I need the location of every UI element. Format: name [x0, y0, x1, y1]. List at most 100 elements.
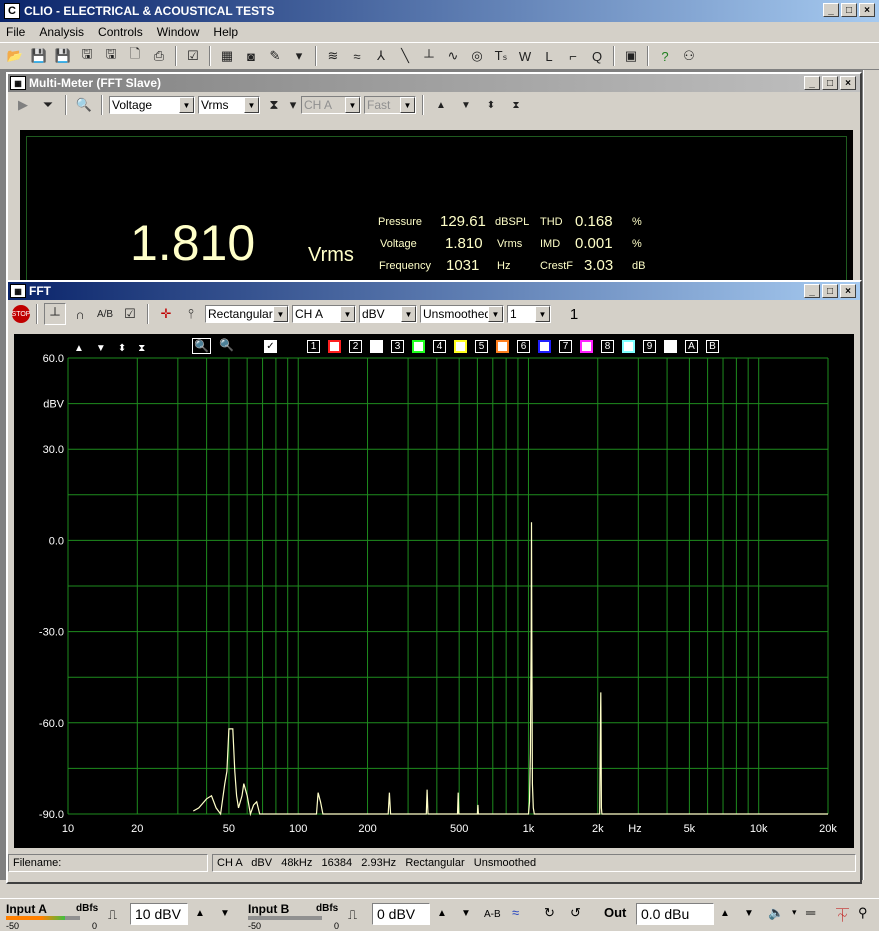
- checklist-icon[interactable]: ☑: [182, 45, 204, 67]
- eraser-icon[interactable]: ✎: [264, 45, 286, 67]
- imd-unit: %: [632, 238, 642, 250]
- balance-icon[interactable]: ═: [806, 905, 815, 920]
- checklist-icon[interactable]: ☑: [119, 303, 141, 325]
- export-icon[interactable]: 🖫: [100, 45, 122, 67]
- menu-help[interactable]: Help: [211, 25, 240, 39]
- help-icon[interactable]: ?: [654, 45, 676, 67]
- ts-icon[interactable]: Tₛ: [490, 45, 512, 67]
- play-icon[interactable]: ▶: [12, 94, 34, 116]
- range-icon[interactable]: ⧗: [263, 94, 285, 116]
- fft-trace: [193, 522, 828, 817]
- voltage-label: Voltage: [380, 238, 417, 250]
- expand-icon[interactable]: ⬍: [480, 94, 502, 116]
- phantom-power-icon[interactable]: ⏇: [836, 905, 849, 924]
- print-preview-icon[interactable]: 🗋: [124, 45, 146, 67]
- output-level-field[interactable]: 0.0 dBu: [636, 903, 714, 925]
- fft-minimize-button[interactable]: _: [804, 284, 820, 298]
- leq-icon[interactable]: L: [538, 45, 560, 67]
- microphone-icon[interactable]: ⚲: [858, 905, 868, 921]
- dropdown-arrow-icon[interactable]: ▾: [288, 94, 298, 116]
- menu-file[interactable]: File: [4, 25, 27, 39]
- average-select[interactable]: 1 ▼: [507, 305, 551, 323]
- imd-label: IMD: [540, 238, 561, 250]
- stop-icon[interactable]: STOP: [12, 305, 30, 323]
- generator-b-icon[interactable]: ↺: [570, 905, 581, 921]
- multimeter-maximize-button[interactable]: □: [822, 76, 838, 90]
- marker-icon[interactable]: ⫯: [180, 303, 202, 325]
- pulse-icon[interactable]: ⎍: [108, 907, 117, 923]
- dropdown-arrow-icon[interactable]: ▾: [792, 907, 797, 918]
- input-b-range-field[interactable]: 0 dBV: [372, 903, 430, 925]
- mls-icon[interactable]: ≋: [322, 45, 344, 67]
- wave-icon[interactable]: ∿: [442, 45, 464, 67]
- dropdown-arrow-icon[interactable]: ▾: [288, 45, 310, 67]
- multimeter-close-button[interactable]: ×: [840, 76, 856, 90]
- film-icon[interactable]: ▦: [216, 45, 238, 67]
- sync-icon[interactable]: ≈: [512, 905, 519, 920]
- speaker-mute-icon[interactable]: 🔈: [768, 905, 784, 921]
- camera-icon[interactable]: ◙: [240, 45, 262, 67]
- open-icon[interactable]: 📂: [4, 45, 26, 67]
- menu-analysis[interactable]: Analysis: [37, 25, 86, 39]
- main-toolbar: 📂 💾 💾 🖫 🖫 🗋 ⎙ ☑ ▦ ◙ ✎ ▾ ≋ ≈ ⅄ ╲ ┴ ∿ ◎ Tₛ…: [0, 42, 879, 70]
- unit-select-value: Vrms: [201, 98, 229, 112]
- arrow-down-icon[interactable]: ▼: [455, 94, 477, 116]
- monitor-icon[interactable]: ▣: [620, 45, 642, 67]
- qc-icon[interactable]: Q: [586, 45, 608, 67]
- average-count: 1: [569, 305, 579, 323]
- impulse-icon[interactable]: ⅄: [370, 45, 392, 67]
- minimize-button[interactable]: _: [823, 3, 839, 17]
- input-a-up-icon[interactable]: ▲: [195, 908, 205, 919]
- stairs-icon[interactable]: ⌐: [562, 45, 584, 67]
- about-icon[interactable]: ⚇: [678, 45, 700, 67]
- save-all-icon[interactable]: 🖫: [76, 45, 98, 67]
- sinusoidal-icon[interactable]: ≈: [346, 45, 368, 67]
- frequency-value: 1031: [446, 257, 480, 274]
- measure-select[interactable]: Voltage ▼: [109, 96, 195, 114]
- input-b-down-icon[interactable]: ▼: [461, 908, 471, 919]
- maximize-button[interactable]: □: [841, 3, 857, 17]
- fft-unit-select[interactable]: dBV ▼: [359, 305, 417, 323]
- multimeter-window: ▦ Multi-Meter (FFT Slave) _ □ × ▶ ⏷ 🔍 Vo…: [6, 72, 862, 282]
- y-tick-label: -90.0: [39, 809, 64, 821]
- speed-select[interactable]: Fast ▼: [364, 96, 416, 114]
- compress-icon[interactable]: ⧗: [505, 94, 527, 116]
- fft-maximize-button[interactable]: □: [822, 284, 838, 298]
- vertical-scrollbar[interactable]: [863, 70, 879, 880]
- y-tick-label: 30.0: [43, 444, 64, 456]
- decay-icon[interactable]: ╲: [394, 45, 416, 67]
- spectrum-bars-icon[interactable]: ┴: [44, 303, 66, 325]
- spectrum-icon[interactable]: ┴: [418, 45, 440, 67]
- output-up-icon[interactable]: ▲: [720, 908, 730, 919]
- eye-icon[interactable]: ◎: [466, 45, 488, 67]
- ab-compare-icon[interactable]: A/B: [94, 303, 116, 325]
- fft-close-button[interactable]: ×: [840, 284, 856, 298]
- menu-controls[interactable]: Controls: [96, 25, 145, 39]
- ab-mode-button[interactable]: A-B: [484, 909, 501, 920]
- input-a-down-icon[interactable]: ▼: [220, 908, 230, 919]
- window-select[interactable]: Rectangular ▼: [205, 305, 289, 323]
- fft-title-bar: ▦ FFT _ □ ×: [8, 282, 860, 300]
- cursor-icon[interactable]: ✛: [155, 303, 177, 325]
- print-icon[interactable]: ⎙: [148, 45, 170, 67]
- multimeter-minimize-button[interactable]: _: [804, 76, 820, 90]
- save-as-icon[interactable]: 💾: [52, 45, 74, 67]
- arrow-up-icon[interactable]: ▲: [430, 94, 452, 116]
- generator-a-icon[interactable]: ↻: [544, 905, 555, 921]
- output-down-icon[interactable]: ▼: [744, 908, 754, 919]
- smoothing-select[interactable]: Unsmoothed ▼: [420, 305, 504, 323]
- close-button[interactable]: ×: [859, 3, 875, 17]
- channel-select[interactable]: CH A ▼: [301, 96, 361, 114]
- input-b-up-icon[interactable]: ▲: [437, 908, 447, 919]
- save-icon[interactable]: 💾: [28, 45, 50, 67]
- menu-window[interactable]: Window: [155, 25, 202, 39]
- unit-select[interactable]: Vrms ▼: [198, 96, 260, 114]
- chevron-down-icon: ▼: [244, 97, 259, 113]
- envelope-icon[interactable]: ∩: [69, 303, 91, 325]
- zoom-icon[interactable]: 🔍: [73, 94, 95, 116]
- hold-icon[interactable]: ⏷: [37, 94, 59, 116]
- input-a-range-field[interactable]: 10 dBV: [130, 903, 188, 925]
- pulse-icon[interactable]: ⎍: [348, 907, 357, 923]
- fft-channel-select[interactable]: CH A ▼: [292, 305, 356, 323]
- wf-icon[interactable]: W: [514, 45, 536, 67]
